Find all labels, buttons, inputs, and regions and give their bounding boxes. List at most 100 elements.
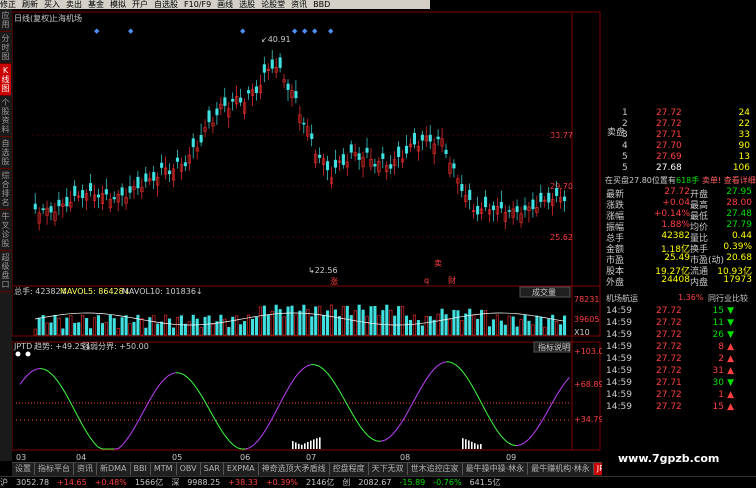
bid-price: 27.68	[656, 163, 682, 173]
toolbar-button[interactable]: 自选股	[154, 0, 178, 9]
volume-bar	[275, 305, 278, 335]
toolbar-button[interactable]: 买入	[44, 0, 60, 9]
arrow-up-icon: ▲	[727, 366, 734, 376]
volume-bar	[62, 329, 65, 335]
indicator-tab[interactable]: 最牛赚机构·林永	[528, 463, 594, 475]
candle-body	[239, 98, 242, 102]
indicator-tab[interactable]: EXPMA	[224, 463, 259, 475]
volume-bar	[125, 316, 128, 335]
volume-bar	[322, 315, 325, 335]
sell-side-label: 卖盘	[607, 128, 615, 138]
side-tab[interactable]: 综合排名	[0, 169, 11, 210]
alert-detail-link[interactable]: 卖单! 查看详细	[702, 175, 756, 186]
toolbar-button[interactable]: 刷新	[22, 0, 38, 9]
side-tab[interactable]: 应用	[0, 9, 11, 32]
indicator-bar	[304, 443, 306, 449]
volume-bar	[121, 318, 124, 335]
status-item: 641.5亿	[470, 478, 501, 487]
side-tab[interactable]: K线图	[0, 64, 11, 96]
indicator-tab[interactable]: 天下无双	[369, 463, 408, 475]
toolbar-button[interactable]: F10/F9	[184, 0, 211, 9]
candle-body	[516, 206, 519, 211]
candle-body	[97, 195, 100, 197]
status-item: 1566亿	[135, 478, 163, 487]
indicator-tab[interactable]: 最牛操中操·林永	[463, 463, 529, 475]
volume-bar	[358, 305, 361, 335]
indicator-tab[interactable]: BBI	[131, 463, 151, 475]
toolbar-button[interactable]: 模拟	[110, 0, 126, 9]
quote-label: 外盘	[606, 275, 624, 288]
ask-volume: 24	[739, 108, 750, 118]
toolbar-button[interactable]: BBD	[313, 0, 330, 9]
indicator-bar	[468, 440, 470, 449]
indicator-tab[interactable]: 控盘程度	[330, 463, 369, 475]
volume-bar	[97, 315, 100, 335]
indicator-tab[interactable]: 世木追控庄家	[408, 463, 463, 475]
candle-body	[208, 111, 211, 122]
quote-value: 27.48	[726, 209, 752, 219]
candle-body	[334, 160, 337, 167]
candle-body	[224, 98, 227, 106]
trade-time: 14:59	[606, 354, 632, 364]
toolbar-button[interactable]: 论股堂	[261, 0, 285, 9]
volume-bar	[370, 307, 373, 335]
volume-bar	[66, 318, 69, 335]
indicator-tab[interactable]: 新DMA	[97, 463, 131, 475]
indicator-name: JPTD	[13, 342, 32, 351]
toolbar-button[interactable]: 卖出	[66, 0, 82, 9]
indicator-tab[interactable]: 指标平台	[35, 463, 74, 475]
ask-price: 27.72	[656, 108, 682, 118]
toolbar-button[interactable]: 画线	[217, 0, 233, 9]
toolbar-button[interactable]: 选股	[239, 0, 255, 9]
indicator-bar	[295, 442, 297, 449]
volume-bar	[393, 316, 396, 335]
side-tab[interactable]: 个股资料	[0, 96, 11, 137]
ask-price: 27.69	[656, 152, 682, 162]
volume-bar	[516, 327, 519, 335]
candle-body	[255, 87, 258, 93]
side-tab[interactable]: 超级盘口	[0, 251, 11, 292]
x-axis-label: 06	[240, 453, 250, 461]
indicator-tab[interactable]: SAR	[201, 463, 224, 475]
indicator-split: 强弱分界: +50.00	[82, 342, 149, 351]
indicator-tab[interactable]: 资讯	[74, 463, 97, 475]
kline-chart-area[interactable]: 日线(复权)上海机场◆◆◆◆◆◆◆33.7729.7025.62↙40.91↳2…	[12, 9, 602, 461]
signal-diamond-icon: ◆	[302, 27, 308, 35]
candle-body	[105, 190, 108, 195]
toolbar-button[interactable]: 基金	[88, 0, 104, 9]
ask-volume: 22	[739, 119, 750, 129]
volume-bar	[551, 315, 554, 335]
volume-bar	[453, 310, 456, 335]
volume-bar	[536, 316, 539, 335]
status-item: 沪	[0, 478, 8, 487]
candle-body	[279, 58, 282, 68]
ask-level: 3	[622, 130, 628, 140]
toolbar-button[interactable]: 开户	[132, 0, 148, 9]
indicator-tab[interactable]: OBV	[177, 463, 201, 475]
side-tab[interactable]: 牛叉诊股	[0, 210, 11, 251]
side-tab[interactable]: 分时图	[0, 32, 11, 64]
toolbar-button[interactable]: 修正	[0, 0, 16, 9]
volume-bar	[409, 320, 412, 335]
trade-time: 14:59	[606, 378, 632, 388]
candle-body	[42, 209, 45, 210]
side-tab[interactable]: 自选股	[0, 137, 11, 169]
compare-industry-button[interactable]: 同行业比较	[708, 293, 748, 304]
volume-bar	[417, 320, 420, 335]
indicator-tab[interactable]: 神奇选顶大矛盾线	[259, 463, 330, 475]
candle-body	[121, 188, 124, 195]
indicator-bar	[480, 444, 482, 449]
candle-body	[113, 197, 116, 198]
indicator-tab[interactable]: JPTD	[594, 463, 602, 475]
arrow-down-icon: ▼	[727, 378, 734, 388]
trade-price: 27.72	[656, 330, 682, 340]
toolbar-button[interactable]: 资讯	[291, 0, 307, 9]
candle-body	[437, 137, 440, 139]
volume-bar	[346, 306, 349, 335]
x-axis-label: 05	[172, 453, 182, 461]
indicator-tab[interactable]: 设置	[12, 463, 35, 475]
volume-button-label: 成交量	[532, 287, 556, 297]
indicator-bar	[313, 439, 315, 449]
candle-body	[484, 197, 487, 207]
indicator-tab[interactable]: MTM	[151, 463, 177, 475]
